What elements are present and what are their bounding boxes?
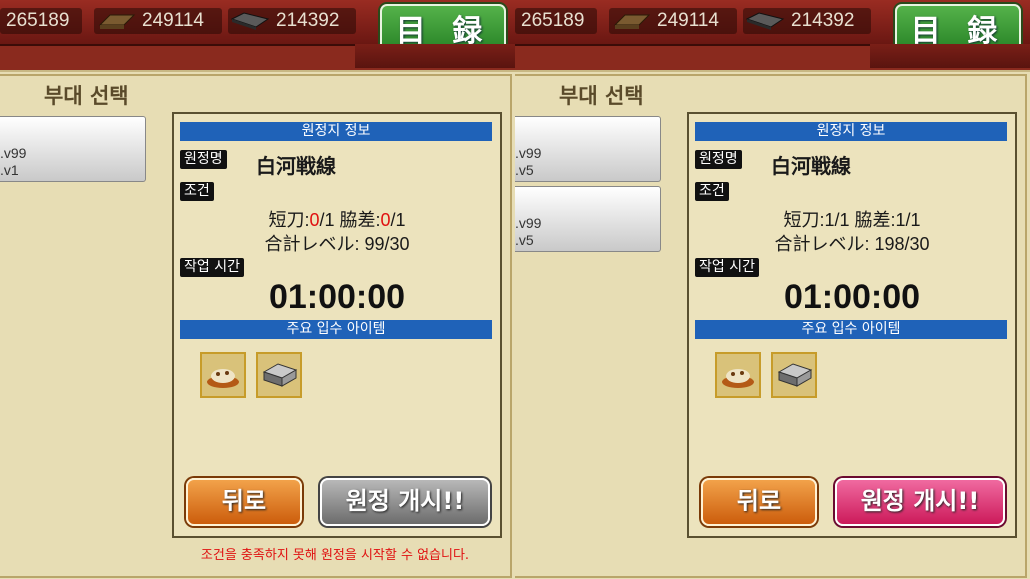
steel-icon — [256, 352, 302, 398]
resource-value: 265189 — [521, 10, 585, 31]
unit-card-level-2: .v1 — [0, 162, 19, 178]
start-expedition-button[interactable]: 원정 개시!! — [320, 478, 490, 526]
resource-value: 249114 — [657, 10, 719, 31]
dest-name-tag: 원정명 — [180, 150, 227, 169]
work-time-tag: 작업 시간 — [695, 258, 759, 277]
resource-counter-2: 249114 — [94, 8, 222, 34]
unit-card-level-1: .v99 — [0, 145, 27, 161]
unit-card-level-1: .v99 — [515, 215, 542, 231]
unit-card[interactable]: .v99 .v5 — [515, 186, 661, 252]
unit-card[interactable]: .v99 .v1 — [0, 116, 146, 182]
dest-name-tag: 원정명 — [695, 150, 742, 169]
cond-short-sword-label: 短刀: — [783, 210, 825, 230]
cond-wakizashi-need: /1 — [390, 210, 406, 230]
lumber-icon — [96, 11, 136, 31]
condition-tag: 조건 — [695, 182, 729, 201]
cond-short-sword-need: /1 — [834, 210, 850, 230]
cond-wakizashi-need: /1 — [905, 210, 921, 230]
resource-value: 249114 — [142, 10, 204, 31]
condition-types: 短刀:0/1 脇差:0/1 — [174, 206, 500, 232]
catalog-button[interactable]: 目 録 — [380, 4, 506, 62]
unit-card-level-2: .v5 — [515, 162, 534, 178]
unit-card-level-1: .v99 — [515, 145, 542, 161]
resource-value: 214392 — [276, 10, 340, 31]
resource-counter-3: 214392 — [743, 8, 871, 34]
condition-total-level: 合計レベル: 99/30 — [264, 234, 410, 254]
start-expedition-button[interactable]: 원정 개시!! — [835, 478, 1005, 526]
cond-short-sword-have: 0 — [309, 210, 320, 230]
expedition-screen-right: 265189 249114 214392 目 録 부대 선택 .v99 .v5 .v… — [515, 0, 1030, 579]
steel-ingot-icon — [230, 11, 270, 31]
expedition-info-panel: 원정지 정보 원정명 白河戦線 조건 短刀:1/1 脇差:1/1 合計レベル: … — [687, 112, 1017, 538]
resource-value: 265189 — [6, 10, 70, 31]
cond-short-sword-have: 1 — [824, 210, 835, 230]
work-time: 01:00:00 — [783, 278, 921, 316]
warning-text: 조건을 충족하지 못해 원정을 시작할 수 없습니다. — [200, 548, 470, 563]
work-time: 01:00:00 — [268, 278, 406, 316]
resource-counter-2: 249114 — [609, 8, 737, 34]
food-icon — [200, 352, 246, 398]
destination-name: 白河戦線 — [256, 154, 336, 178]
back-button[interactable]: 뒤로 — [186, 478, 302, 526]
steel-icon — [771, 352, 817, 398]
items-header: 주요 입수 아이템 — [180, 320, 492, 339]
cond-short-sword-need: /1 — [319, 210, 335, 230]
unit-card[interactable]: .v99 .v5 — [515, 116, 661, 182]
cond-wakizashi-label: 脇差: — [849, 210, 896, 230]
steel-ingot-icon — [745, 11, 785, 31]
section-title: 부대 선택 — [44, 84, 129, 108]
destination-name: 白河戦線 — [771, 154, 851, 178]
expedition-screen-left: 265189 249114 214392 目 録 부대 선택 .v99 .v1 원… — [0, 0, 515, 579]
cond-wakizashi-have: 1 — [895, 210, 906, 230]
resource-counter-1: 265189 — [0, 8, 82, 34]
expedition-info-panel: 원정지 정보 원정명 白河戦線 조건 短刀:0/1 脇差:0/1 合計レベル: … — [172, 112, 502, 538]
resource-counter-1: 265189 — [515, 8, 597, 34]
unit-card-level-2: .v5 — [515, 232, 534, 248]
work-time-tag: 작업 시간 — [180, 258, 244, 277]
back-button[interactable]: 뒤로 — [701, 478, 817, 526]
section-title: 부대 선택 — [559, 84, 644, 108]
top-resource-bar: 265189 249114 214392 目 録 — [0, 0, 515, 68]
info-header: 원정지 정보 — [180, 122, 492, 141]
condition-types: 短刀:1/1 脇差:1/1 — [689, 206, 1015, 232]
catalog-button[interactable]: 目 録 — [895, 4, 1021, 62]
food-icon — [715, 352, 761, 398]
items-header: 주요 입수 아이템 — [695, 320, 1007, 339]
cond-wakizashi-have: 0 — [380, 210, 391, 230]
info-header: 원정지 정보 — [695, 122, 1007, 141]
resource-value: 214392 — [791, 10, 855, 31]
condition-total-level: 合計レベル: 198/30 — [774, 234, 930, 254]
resource-counter-3: 214392 — [228, 8, 356, 34]
cond-short-sword-label: 短刀: — [268, 210, 310, 230]
lumber-icon — [611, 11, 651, 31]
cond-wakizashi-label: 脇差: — [334, 210, 381, 230]
top-resource-bar: 265189 249114 214392 目 録 — [515, 0, 1030, 68]
condition-tag: 조건 — [180, 182, 214, 201]
